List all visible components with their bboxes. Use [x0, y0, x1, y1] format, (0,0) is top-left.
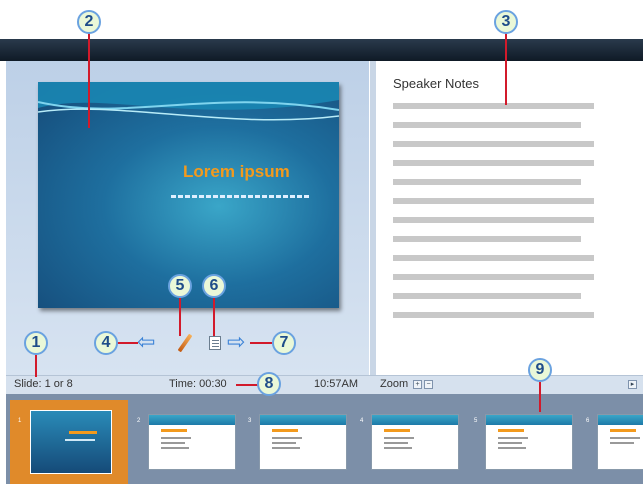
thumbnail-number: 3 [248, 418, 252, 424]
previous-slide-icon[interactable]: ⇦ [137, 331, 155, 353]
thumbnail-slide-5[interactable] [485, 414, 573, 470]
callout-5: 5 [168, 274, 192, 298]
thumbnail-slide-3[interactable] [259, 414, 347, 470]
slide-title: Lorem ipsum [183, 162, 290, 181]
thumbnail-slide-2[interactable] [148, 414, 236, 470]
callout-2: 2 [77, 10, 101, 34]
thumbnail-number: 1 [18, 418, 22, 424]
callout-9: 9 [528, 358, 552, 382]
elapsed-time: Time: 00:30 [169, 378, 227, 390]
callout-3: 3 [494, 10, 518, 34]
notes-icon[interactable] [209, 336, 221, 350]
callout-line [35, 355, 37, 377]
scroll-right-icon[interactable]: ▸ [628, 380, 637, 389]
callout-line [88, 33, 90, 128]
speaker-notes-title: Speaker Notes [393, 76, 479, 91]
callout-8: 8 [257, 372, 281, 396]
thumbnail-number: 2 [137, 418, 141, 424]
thumbnail-slide-6[interactable] [597, 414, 643, 470]
callout-line [250, 342, 272, 344]
callout-line [505, 33, 507, 105]
thumbnail-number: 6 [586, 418, 590, 424]
callout-line [539, 382, 541, 412]
thumbnail-number: 5 [474, 418, 478, 424]
slide-subtitle-placeholder [171, 195, 309, 198]
thumbnail-slide-4[interactable] [371, 414, 459, 470]
callout-4: 4 [94, 331, 118, 355]
callout-6: 6 [202, 274, 226, 298]
slide-counter: Slide: 1 or 8 [14, 378, 73, 390]
callout-7: 7 [272, 331, 296, 355]
current-slide-preview[interactable]: Lorem ipsum [38, 82, 339, 308]
clock-time: 10:57AM [314, 378, 359, 390]
next-slide-icon[interactable]: ⇨ [227, 331, 245, 353]
callout-line [116, 342, 138, 344]
thumbnail-slide-1[interactable] [30, 410, 112, 474]
zoom-label: Zoom [380, 378, 409, 390]
callout-line [213, 298, 215, 336]
callout-1: 1 [24, 331, 48, 355]
thumbnail-number: 4 [360, 418, 364, 424]
zoom-out-icon[interactable]: − [424, 380, 433, 389]
zoom-in-icon[interactable]: + [413, 380, 422, 389]
title-bar [0, 39, 643, 61]
callout-line [236, 384, 258, 386]
callout-line [179, 298, 181, 336]
